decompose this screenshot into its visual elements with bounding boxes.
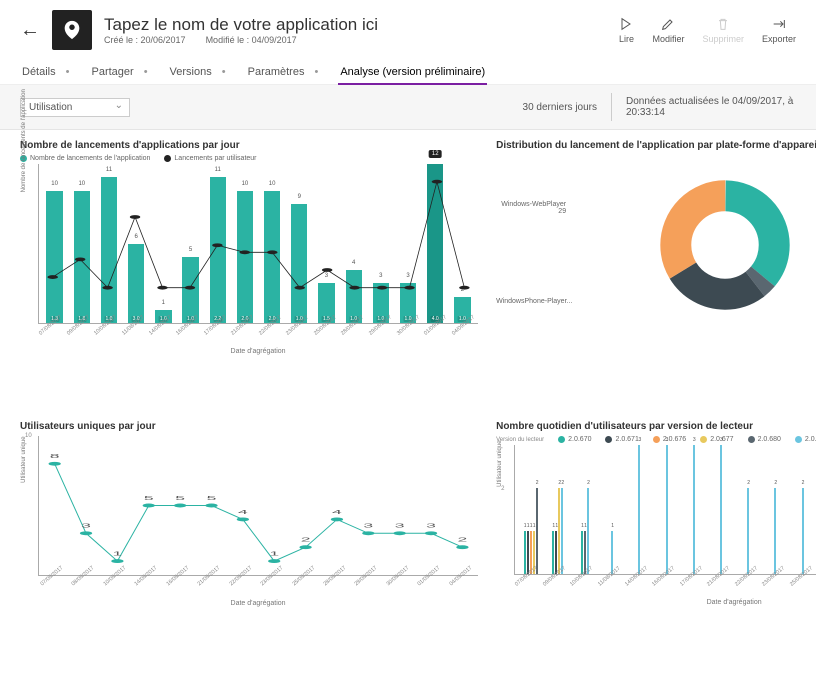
svg-text:2: 2 bbox=[301, 537, 311, 543]
delete-button: Supprimer bbox=[702, 16, 744, 44]
toolbar: Utilisation 30 derniers jours Données ac… bbox=[0, 85, 816, 130]
svg-text:1: 1 bbox=[269, 550, 279, 556]
donut-chart: Android-Player 31 Windows-WebPlayer 29 W… bbox=[496, 155, 816, 335]
toolbar-divider bbox=[611, 93, 612, 121]
svg-text:5: 5 bbox=[207, 495, 217, 501]
svg-text:4: 4 bbox=[332, 509, 342, 515]
chart-launches-legend: Nombre de lancements de l'application La… bbox=[20, 155, 478, 162]
svg-text:3: 3 bbox=[426, 523, 436, 529]
chart-platform: Distribution du lancement de l'applicati… bbox=[496, 140, 816, 407]
export-label: Exporter bbox=[762, 34, 796, 44]
svg-text:4: 4 bbox=[238, 509, 248, 515]
app-title-block: Tapez le nom de votre application ici Cr… bbox=[104, 15, 606, 45]
edit-label: Modifier bbox=[652, 34, 684, 44]
chart-launches-title: Nombre de lancements d'applications par … bbox=[20, 140, 478, 151]
chart-unique-title: Utilisateurs uniques par jour bbox=[20, 421, 478, 432]
delete-label: Supprimer bbox=[702, 34, 744, 44]
donut-label-wp: WindowsPhone-Player... bbox=[496, 298, 572, 305]
chart-unique: Utilisateurs uniques par jour Utilisateu… bbox=[20, 421, 478, 659]
tab-versions[interactable]: Versions• bbox=[168, 60, 228, 84]
export-button[interactable]: Exporter bbox=[762, 16, 796, 44]
svg-text:5: 5 bbox=[175, 495, 185, 501]
chart-launches-area: Nombre de lancements de l'application 10… bbox=[38, 164, 478, 324]
chart-versions-title: Nombre quotidien d'utilisateurs par vers… bbox=[496, 421, 816, 432]
last-updated: Données actualisées le 04/09/2017, à 20:… bbox=[626, 96, 796, 118]
play-button[interactable]: Lire bbox=[618, 16, 634, 44]
chart-platform-title: Distribution du lancement de l'applicati… bbox=[496, 140, 816, 151]
chart-versions-area: Utilisateur unique 2 1111211221121333322… bbox=[514, 445, 816, 575]
app-header: ← Tapez le nom de votre application ici … bbox=[0, 0, 816, 60]
modified-date: Modifié le : 04/09/2017 bbox=[206, 35, 297, 45]
created-date: Créé le : 20/06/2017 bbox=[104, 35, 186, 45]
svg-text:3: 3 bbox=[363, 523, 373, 529]
donut-label-web: Windows-WebPlayer 29 bbox=[496, 201, 566, 215]
svg-text:3: 3 bbox=[395, 523, 405, 529]
tab-analytics[interactable]: Analyse (version préliminaire) bbox=[338, 60, 487, 84]
chart-versions: Nombre quotidien d'utilisateurs par vers… bbox=[496, 421, 816, 659]
charts-grid: Nombre de lancements d'applications par … bbox=[20, 140, 816, 659]
app-title: Tapez le nom de votre application ici bbox=[104, 15, 606, 35]
chart-unique-area: Utilisateur unique 10 83155541243332 bbox=[38, 436, 478, 576]
nav-tabs: Détails• Partager• Versions• Paramètres•… bbox=[0, 60, 816, 85]
play-label: Lire bbox=[619, 34, 634, 44]
chart-launches: Nombre de lancements d'applications par … bbox=[20, 140, 478, 407]
svg-text:1: 1 bbox=[113, 550, 123, 556]
tab-share[interactable]: Partager• bbox=[89, 60, 149, 84]
header-actions: Lire Modifier Supprimer Exporter bbox=[618, 16, 796, 44]
svg-text:8: 8 bbox=[50, 453, 60, 459]
svg-text:3: 3 bbox=[81, 523, 91, 529]
back-arrow-icon[interactable]: ← bbox=[20, 19, 40, 42]
edit-button[interactable]: Modifier bbox=[652, 16, 684, 44]
app-logo-icon bbox=[52, 10, 92, 50]
metric-select[interactable]: Utilisation bbox=[20, 98, 130, 117]
svg-text:5: 5 bbox=[144, 495, 154, 501]
tab-settings[interactable]: Paramètres• bbox=[246, 60, 321, 84]
chart-versions-legend: Version du lecteur 2.0.6702.0.6712.0.676… bbox=[496, 436, 816, 443]
content: Nombre de lancements d'applications par … bbox=[0, 130, 816, 673]
date-range: 30 derniers jours bbox=[523, 102, 597, 113]
svg-text:2: 2 bbox=[458, 537, 468, 543]
donut-svg bbox=[660, 180, 790, 310]
tab-details[interactable]: Détails• bbox=[20, 60, 71, 84]
